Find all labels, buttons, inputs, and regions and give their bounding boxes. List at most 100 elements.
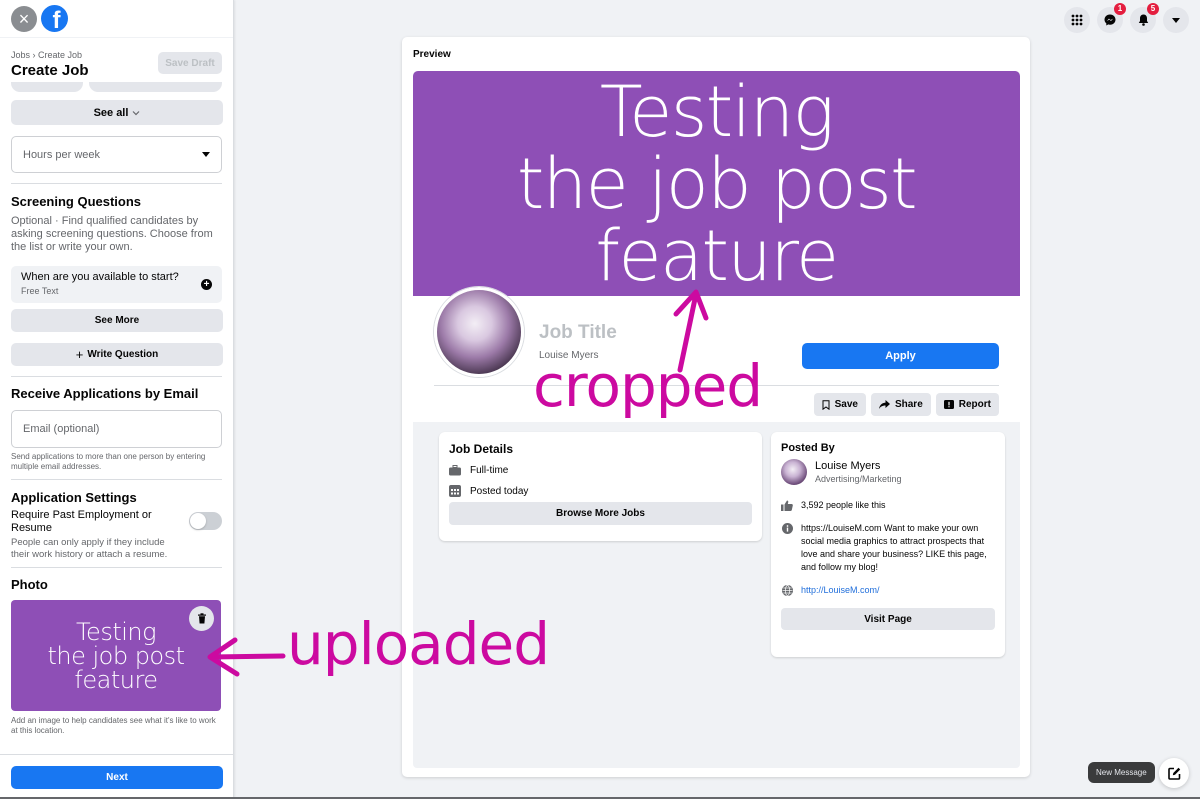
uploaded-photo-thumbnail[interactable]: Testing the job post feature [11, 600, 221, 711]
new-message-tooltip: New Message [1088, 762, 1155, 783]
see-more-label: See More [94, 315, 140, 326]
plus-icon: + [75, 347, 84, 362]
sidebar-header: Jobs › Create Job Create Job Save Draft [0, 38, 233, 82]
photo-text: Testing the job post feature [47, 617, 185, 694]
new-message-button[interactable] [1159, 758, 1189, 788]
cropped-annotation: cropped [533, 352, 763, 420]
messenger-badge: 1 [1114, 3, 1126, 15]
suggested-question[interactable]: When are you available to start? Free Te… [11, 266, 222, 303]
page-avatar[interactable] [781, 459, 807, 485]
preview-label: Preview [413, 49, 451, 60]
caret-down-icon [1172, 17, 1180, 23]
share-icon [878, 400, 890, 409]
email-placeholder: Email (optional) [23, 423, 100, 435]
bell-icon [1138, 14, 1148, 26]
next-button[interactable]: Next [11, 766, 223, 789]
posted-date: Posted today [470, 485, 529, 497]
save-label: Save [834, 399, 858, 410]
calendar-icon [449, 485, 461, 497]
photo-text-line: Testing [75, 617, 157, 646]
hours-per-week-select[interactable]: Hours per week [11, 136, 222, 173]
job-details-heading: Job Details [449, 442, 514, 456]
save-job-button[interactable]: Save [813, 393, 866, 416]
page-name[interactable]: Louise Myers [815, 460, 902, 472]
visit-page-label: Visit Page [864, 613, 912, 625]
bookmark-icon [822, 399, 830, 410]
photo-heading: Photo [11, 577, 48, 592]
briefcase-icon [449, 465, 461, 476]
job-actions: Save Share Report [813, 393, 999, 416]
require-employment-label: Require Past Employment or Resume [11, 509, 152, 534]
report-label: Report [958, 399, 991, 410]
chevron-down-icon [132, 110, 140, 115]
screening-questions-heading: Screening Questions [11, 194, 142, 209]
delete-photo-button[interactable] [189, 606, 214, 631]
sidebar-topbar: × f [0, 0, 233, 38]
thumbs-up-icon [781, 500, 793, 511]
require-employment-toggle[interactable] [189, 512, 222, 530]
sidebar-form: See all Hours per week Screening Questio… [11, 100, 223, 736]
divider [11, 183, 222, 184]
job-title: Job Title [539, 322, 617, 343]
browse-label: Browse More Jobs [556, 508, 645, 519]
page-profile[interactable]: Louise Myers Advertising/Marketing [781, 459, 995, 485]
page-about-row: https://LouiseM.com Want to make your ow… [781, 522, 995, 574]
account-menu-button[interactable] [1163, 7, 1189, 33]
top-navigation: 1 5 [1064, 3, 1189, 33]
email-helper-text: Send applications to more than one perso… [11, 452, 206, 471]
application-settings-heading: Application Settings [11, 490, 137, 505]
photo-text-line: feature [74, 665, 158, 694]
posted-date-row: Posted today [449, 485, 752, 497]
posted-by-heading: Posted By [781, 442, 835, 454]
photo-helper-text: Add an image to help candidates see what… [11, 716, 216, 735]
photo-text-line: the job post [47, 641, 185, 670]
page-website-link[interactable]: http://LouiseM.com/ [801, 584, 880, 597]
info-icon [781, 523, 793, 534]
option-chip[interactable] [11, 82, 83, 92]
menu-button[interactable] [1064, 7, 1090, 33]
close-icon: × [18, 8, 30, 29]
hours-select-placeholder: Hours per week [23, 148, 101, 161]
cover-text: Testing the job post feature [516, 71, 918, 292]
poster-avatar[interactable] [434, 287, 524, 377]
job-details-card: Job Details Full-time Posted today Brows… [439, 432, 762, 541]
job-option-chips [11, 82, 222, 92]
page-likes: 3,592 people like this [801, 500, 886, 510]
page-category: Advertising/Marketing [815, 474, 902, 484]
page-website-row: http://LouiseM.com/ [781, 584, 995, 597]
close-button[interactable]: × [11, 5, 37, 32]
require-employment-description: People can only apply if they include th… [11, 537, 168, 560]
posted-by-card: Posted By Louise Myers Advertising/Marke… [771, 432, 1005, 657]
create-job-sidebar: × f Jobs › Create Job Create Job Save Dr… [0, 0, 234, 799]
report-job-button[interactable]: Report [935, 393, 999, 416]
report-icon [943, 400, 954, 409]
write-question-label: Write Question [87, 349, 159, 360]
notifications-button[interactable]: 5 [1130, 3, 1159, 33]
visit-page-button[interactable]: Visit Page [781, 608, 995, 630]
messenger-button[interactable]: 1 [1097, 3, 1126, 33]
see-all-label: See all [93, 106, 129, 119]
cover-text-line: Testing [599, 71, 835, 153]
facebook-logo-icon[interactable]: f [41, 5, 68, 32]
divider [11, 376, 222, 377]
save-draft-button[interactable]: Save Draft [158, 52, 222, 74]
option-chip[interactable] [88, 82, 222, 92]
email-input[interactable]: Email (optional) [11, 410, 222, 448]
cover-photo: Testing the job post feature [413, 71, 1020, 296]
see-all-button[interactable]: See all [11, 100, 223, 125]
apply-button[interactable]: Apply [802, 343, 999, 369]
compose-icon [1167, 767, 1180, 780]
cover-text-line: the job post [516, 142, 918, 225]
see-more-button[interactable]: See More [11, 309, 223, 332]
browse-more-jobs-button[interactable]: Browse More Jobs [449, 502, 752, 525]
add-question-icon[interactable]: + [201, 279, 212, 290]
require-employment-setting: Require Past Employment or Resume People… [11, 509, 222, 561]
job-type-row: Full-time [449, 465, 752, 476]
share-job-button[interactable]: Share [870, 393, 931, 416]
question-title: When are you available to start? [21, 271, 179, 283]
menu-grid-icon [1071, 14, 1083, 26]
email-section-heading: Receive Applications by Email [11, 386, 199, 401]
messenger-icon [1104, 14, 1116, 26]
write-question-button[interactable]: + Write Question [11, 343, 223, 366]
page-likes-row: 3,592 people like this [781, 499, 995, 512]
